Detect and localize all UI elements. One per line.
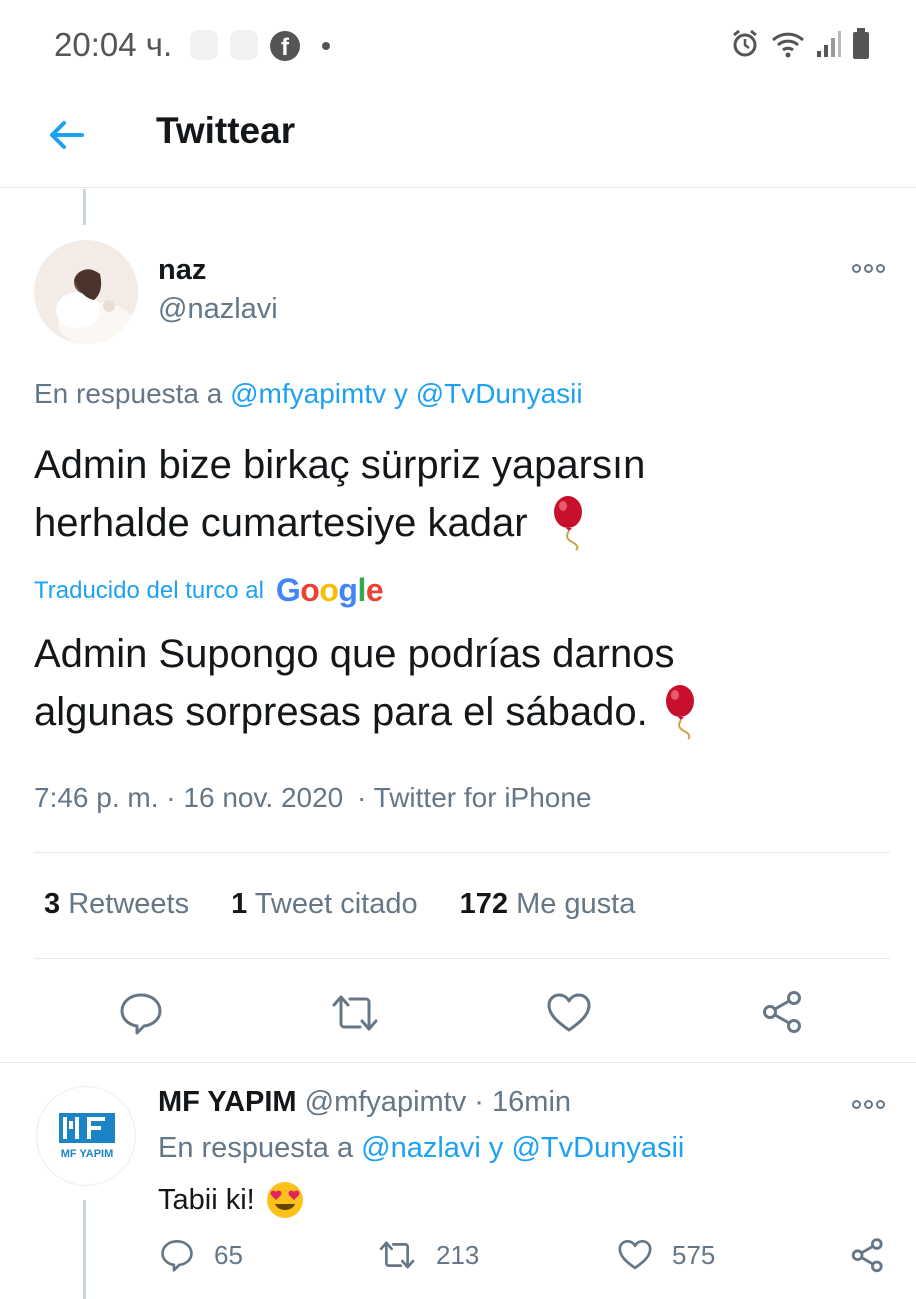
reply-icon[interactable] [158, 1236, 196, 1274]
google-logo-letter: g [338, 572, 358, 608]
share-icon[interactable] [758, 988, 808, 1038]
separator: · [357, 782, 367, 813]
retweets-stat[interactable]: 3 Retweets [44, 888, 189, 921]
retweets-label: Retweets [68, 888, 190, 920]
separator: · [166, 782, 176, 813]
google-logo-letter: o [319, 572, 339, 608]
author-name[interactable]: MF YAPIM [158, 1086, 297, 1118]
status-bar: 20:04 ч. f [0, 0, 916, 92]
likes-stat[interactable]: 172 Me gusta [460, 888, 636, 921]
translated-line-with-emoji: algunas sorpresas para el sábado. [34, 683, 894, 741]
reply-text-row: Tabii ki! [158, 1180, 305, 1220]
divider [34, 958, 890, 959]
share-action[interactable] [848, 1236, 888, 1276]
reply-action[interactable]: 65 [158, 1236, 243, 1274]
heart-eyes-emoji-icon [266, 1182, 303, 1218]
like-icon[interactable] [544, 988, 594, 1038]
retweets-count: 213 [436, 1239, 480, 1270]
notification-icon [230, 30, 258, 60]
quotes-label: Tweet citado [254, 888, 418, 920]
reply-prefix: En respuesta a [34, 378, 223, 409]
tweet-line: Admin bize birkaç sürpriz yaparsın [34, 443, 646, 487]
tweet-date: 16 nov. 2020 [183, 782, 344, 813]
mention-link[interactable]: @nazlavi [361, 1132, 481, 1164]
replying-to: En respuesta a @mfyapimtv y @TvDunyasii [34, 378, 583, 410]
google-logo-letter: o [300, 572, 320, 608]
author-name[interactable]: naz [158, 254, 206, 287]
mention-link[interactable]: @mfyapimtv [230, 378, 386, 409]
mention-link[interactable]: @TvDunyasii [416, 378, 583, 409]
battery-icon [853, 28, 869, 59]
likes-count: 575 [672, 1239, 716, 1270]
google-logo-letter: l [357, 572, 366, 608]
notification-icon [190, 30, 218, 60]
separator: · [474, 1086, 484, 1118]
page-title: Twittear [156, 110, 296, 151]
more-options-icon[interactable] [848, 1094, 888, 1114]
reply-author[interactable]: MF YAPIM @mfyapimtv · 16min [158, 1086, 571, 1119]
google-logo-letter: G [275, 572, 301, 608]
avatar[interactable] [34, 240, 138, 344]
balloon-emoji-icon [665, 685, 694, 740]
more-options-icon[interactable] [848, 258, 888, 278]
divider [0, 1062, 916, 1063]
retweets-count: 3 [44, 888, 61, 920]
google-logo-letter: e [365, 572, 384, 608]
tweet-time: 7:46 p. m. [34, 782, 159, 813]
tweet-line: herhalde cumartesiye kadar [34, 500, 528, 545]
mention-joiner: y [488, 1132, 504, 1164]
author-handle[interactable]: @mfyapimtv [305, 1086, 467, 1118]
avatar[interactable]: MF YAPIM [36, 1086, 136, 1186]
retweet-icon[interactable] [376, 1236, 418, 1274]
back-arrow-icon[interactable] [44, 112, 90, 158]
quotes-stat[interactable]: 1 Tweet citado [231, 888, 418, 921]
reply-text: Tabii ki! [158, 1183, 255, 1216]
alarm-icon [733, 29, 757, 57]
replying-to: En respuesta a @nazlavi y @TvDunyasii [158, 1132, 684, 1165]
tweet-line-with-emoji: herhalde cumartesiye kadar [34, 494, 894, 552]
google-logo: Google [275, 572, 384, 609]
thread-line [83, 1200, 86, 1299]
translated-line: Admin Supongo que podrías darnos [34, 632, 675, 676]
divider [34, 852, 890, 853]
retweet-action[interactable]: 213 [376, 1236, 479, 1274]
tweet-source[interactable]: Twitter for iPhone [374, 782, 592, 813]
translated-text: Admin Supongo que podrías darnos algunas… [34, 626, 894, 741]
mention-link[interactable]: @TvDunyasii [511, 1132, 684, 1164]
translated-by-label: Traducido del turco al [34, 576, 264, 604]
likes-count: 172 [459, 888, 508, 920]
tweet-text: Admin bize birkaç sürpriz yaparsın herha… [34, 437, 894, 552]
more-notifications-dot [322, 42, 330, 50]
likes-label: Me gusta [516, 888, 636, 920]
top-bar: Twittear [0, 92, 916, 188]
mf-logo-text: MF YAPIM [61, 1148, 114, 1160]
quotes-count: 1 [231, 888, 248, 920]
like-icon[interactable] [616, 1236, 654, 1274]
thread-line [83, 189, 86, 225]
balloon-emoji-icon [553, 496, 582, 551]
share-icon[interactable] [848, 1236, 888, 1276]
like-action[interactable]: 575 [616, 1236, 715, 1274]
tweet-meta: 7:46 p. m. · 16 nov. 2020 · Twitter for … [34, 782, 592, 814]
mention-joiner: y [393, 378, 408, 409]
wifi-icon [771, 32, 805, 58]
retweet-icon[interactable] [330, 988, 380, 1038]
author-handle[interactable]: @nazlavi [158, 293, 278, 326]
translated-line: algunas sorpresas para el sábado. [34, 689, 648, 734]
translation-attribution[interactable]: Traducido del turco al Google [34, 572, 384, 609]
facebook-icon: f [270, 31, 300, 61]
replies-count: 65 [214, 1239, 243, 1270]
tweet-age: 16min [492, 1086, 572, 1118]
reply-icon[interactable] [116, 988, 166, 1038]
tweet-stats: 3 Retweets 1 Tweet citado 172 Me gusta [44, 888, 677, 921]
reply-prefix: En respuesta a [158, 1132, 354, 1164]
status-time: 20:04 ч. [54, 26, 173, 63]
signal-icon [817, 31, 841, 57]
